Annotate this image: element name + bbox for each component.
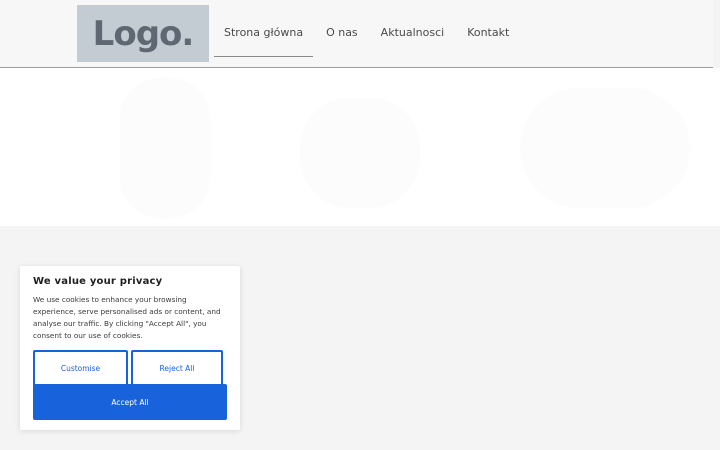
cookie-consent-banner: We value your privacy We use cookies to …	[20, 266, 240, 430]
site-header: Logo. Strona główna O nas Aktualnosci Ko…	[0, 0, 713, 68]
nav-item-label: Aktualnosci	[380, 26, 445, 39]
reject-all-button[interactable]: Reject All	[131, 350, 223, 386]
logo-text: Logo.	[92, 13, 195, 54]
cookie-description: We use cookies to enhance your browsing …	[33, 295, 221, 340]
nav-item-label: Kontakt	[467, 26, 510, 39]
hero-decoration	[300, 98, 420, 208]
site-logo[interactable]: Logo.	[77, 5, 209, 62]
nav-item-label: O nas	[326, 26, 358, 39]
nav-item-home[interactable]: Strona główna	[214, 0, 314, 67]
nav-item-label: Strona główna	[224, 26, 304, 39]
hero-decoration	[520, 88, 690, 208]
nav-item-contact[interactable]: Kontakt	[457, 0, 519, 67]
nav-item-news[interactable]: Aktualnosci	[371, 0, 455, 67]
accept-all-button[interactable]: Accept All	[33, 384, 227, 420]
hero-banner	[0, 68, 720, 226]
customise-button[interactable]: Customise	[33, 350, 128, 386]
hero-decoration	[120, 78, 210, 218]
main-nav: Strona główna O nas Aktualnosci Kontakt	[214, 0, 522, 67]
nav-item-about[interactable]: O nas	[316, 0, 368, 67]
cookie-title: We value your privacy	[33, 276, 163, 287]
page: Logo. Strona główna O nas Aktualnosci Ko…	[0, 0, 720, 450]
